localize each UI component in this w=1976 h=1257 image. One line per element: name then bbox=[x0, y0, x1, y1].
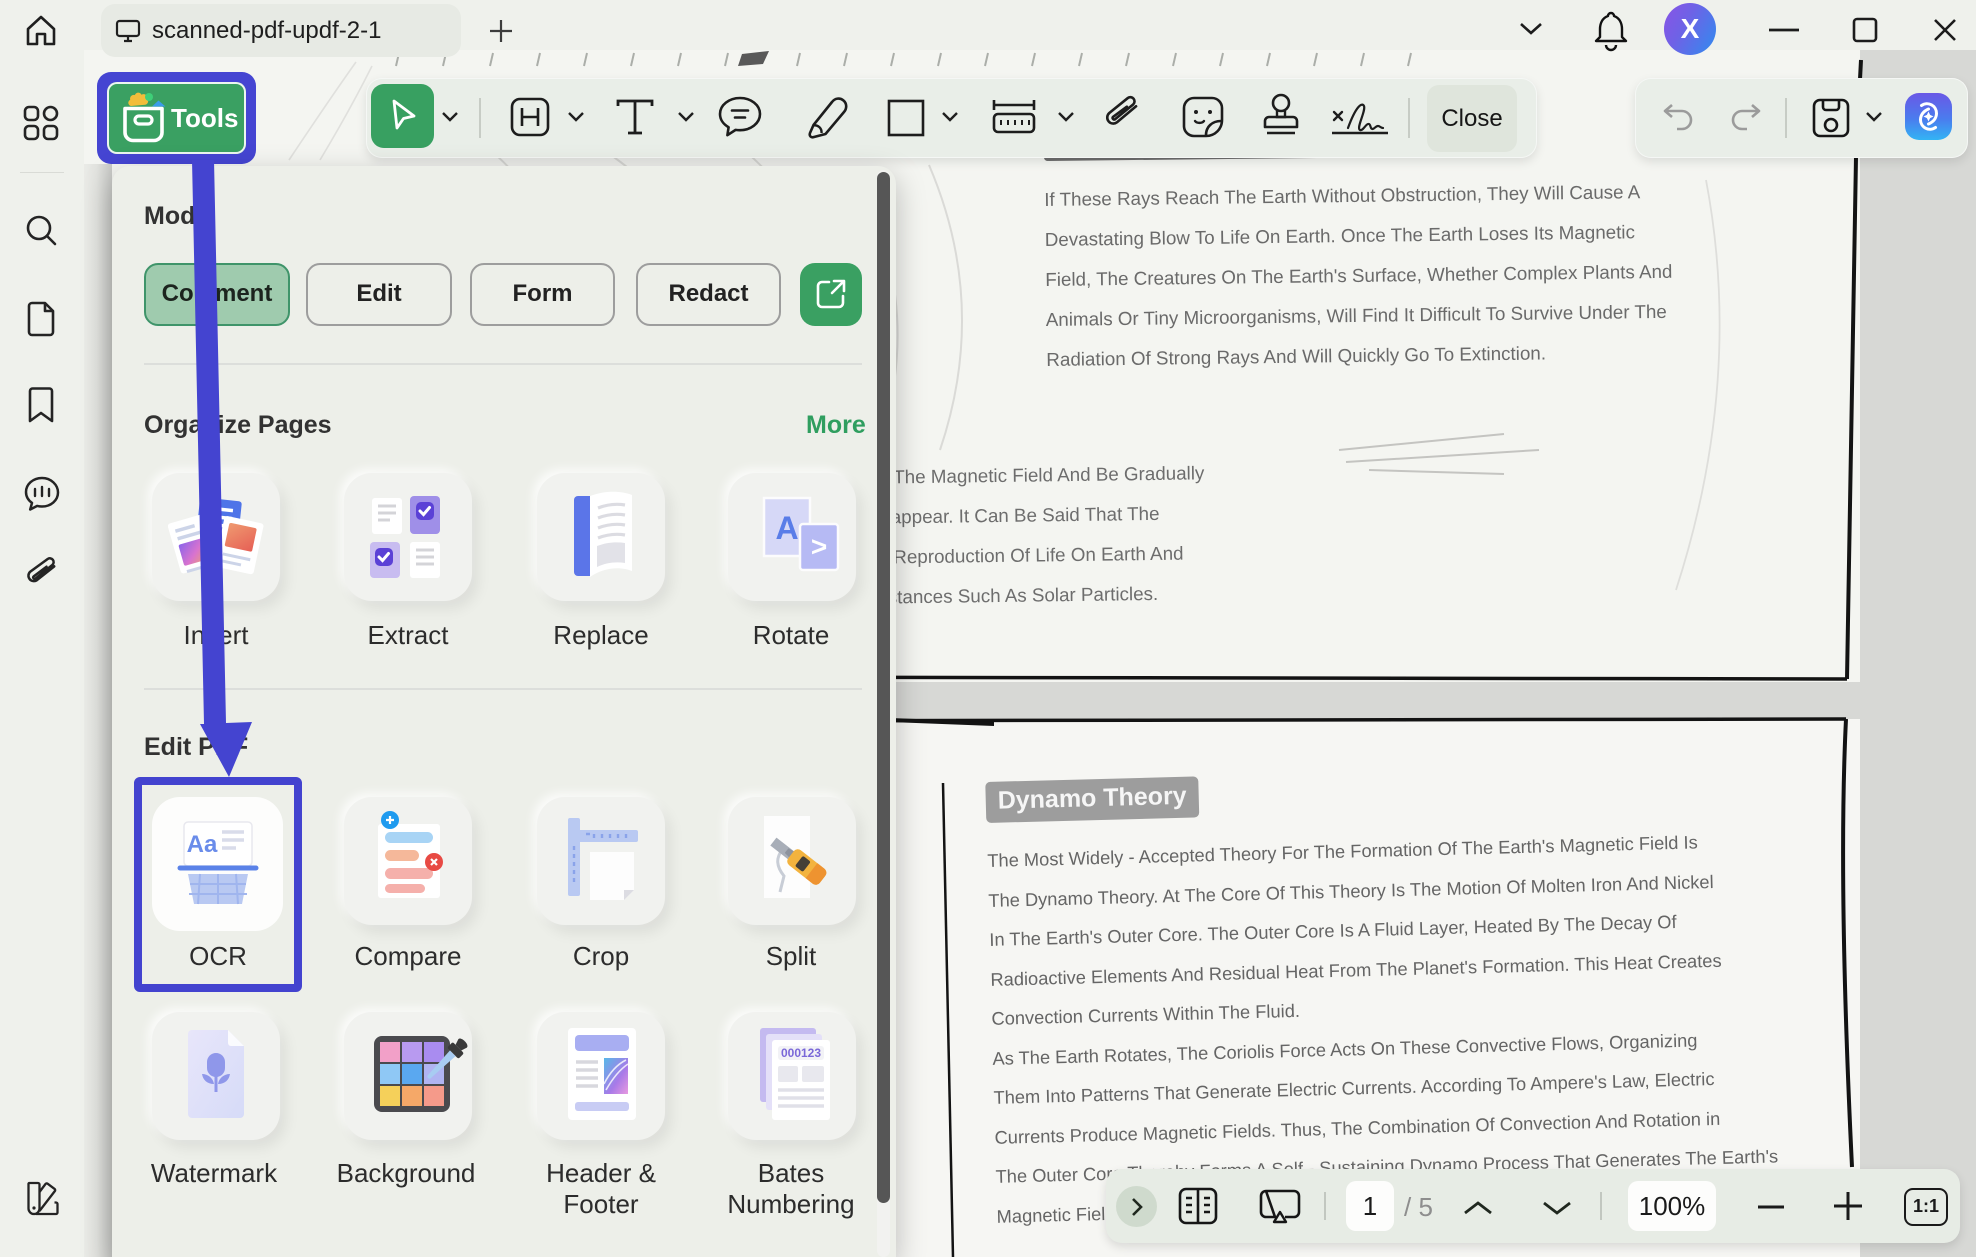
svg-text:>: > bbox=[811, 531, 827, 562]
svg-text:Aa: Aa bbox=[187, 831, 218, 858]
svg-text:000123: 000123 bbox=[781, 1046, 821, 1060]
svg-text:A: A bbox=[775, 510, 798, 546]
